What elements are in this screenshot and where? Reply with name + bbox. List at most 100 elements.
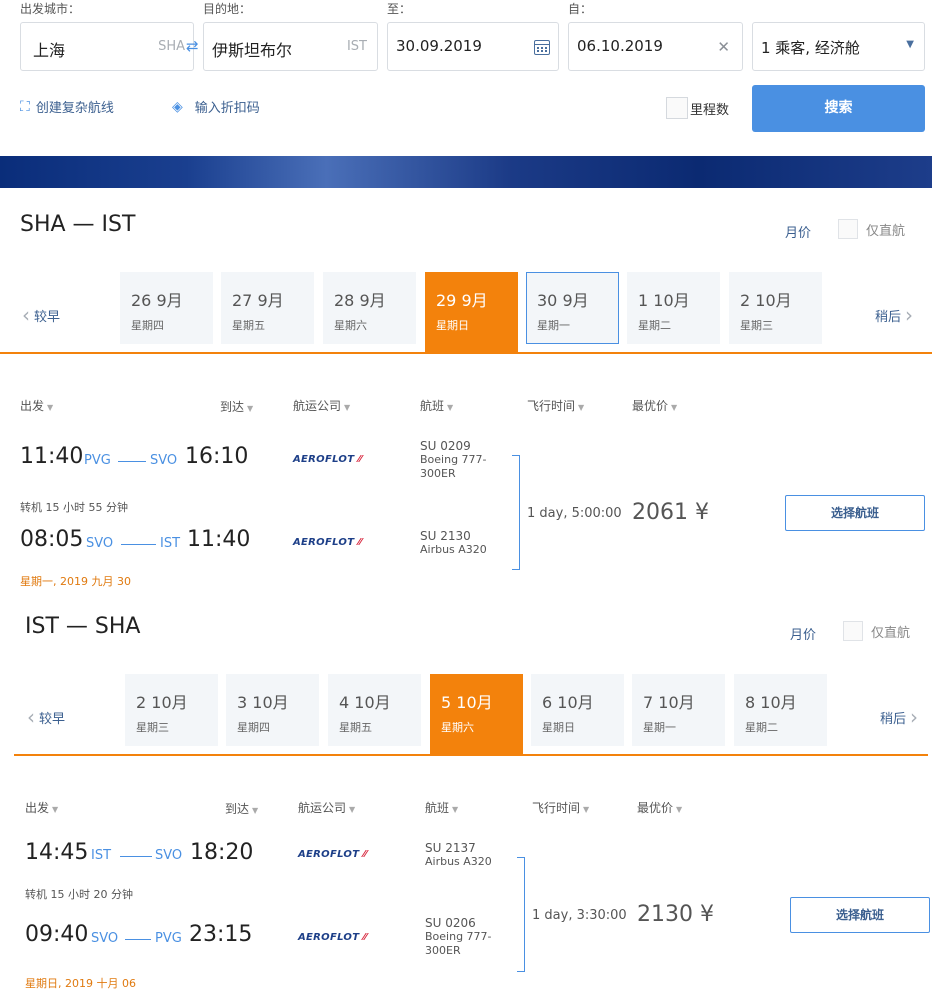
flight-duration: 1 day, 5:00:00: [527, 506, 622, 521]
date-tab-weekday: 星期一: [537, 319, 570, 332]
sort-duration[interactable]: 飞行时间 ▼: [527, 397, 584, 414]
departure-airport: PVG: [84, 453, 111, 468]
sort-flight[interactable]: 航班 ▼: [420, 397, 453, 414]
date-tab-weekday: 星期六: [334, 319, 367, 332]
date-tab-date: 7 10月: [643, 693, 695, 712]
aircraft-type: Airbus A320: [420, 543, 487, 556]
date-tab-weekday: 星期五: [339, 721, 372, 734]
date-tab-selected[interactable]: 30 9月 星期一: [526, 272, 619, 344]
miles-checkbox[interactable]: [666, 97, 688, 119]
date-tab-date: 3 10月: [237, 693, 289, 712]
destination-code: IST: [346, 39, 367, 54]
flight-number: SU 2137: [425, 841, 476, 855]
date-tab-date: 2 10月: [740, 291, 792, 310]
route-title: IST — SHA: [25, 614, 141, 639]
earlier-button[interactable]: ‹ 较早: [22, 305, 60, 325]
chevron-left-icon: ‹: [27, 705, 35, 729]
tag-icon: ◈: [172, 98, 183, 115]
date-tab-date: 29 9月: [436, 291, 488, 310]
banner-image: [0, 156, 932, 188]
direct-only-label: 仅直航: [866, 224, 906, 239]
month-price-link[interactable]: 月价: [785, 222, 811, 241]
arrival-time: 11:40: [187, 527, 251, 552]
sort-duration[interactable]: 飞行时间 ▼: [532, 799, 589, 816]
aeroflot-logo: AEROFLOT ⁄⁄: [293, 537, 363, 548]
passengers-select[interactable]: 1 乘客, 经济舱 ▼: [752, 22, 925, 71]
direct-only-checkbox[interactable]: [838, 219, 858, 239]
swap-icon[interactable]: ⇄: [186, 37, 199, 55]
date-tab[interactable]: 7 10月 星期一: [632, 674, 725, 746]
date-tab-weekday: 星期二: [638, 319, 671, 332]
route-line: [120, 856, 152, 857]
date-tab[interactable]: 6 10月 星期日: [531, 674, 624, 746]
date-tab[interactable]: 2 10月 星期三: [125, 674, 218, 746]
flight-number: SU 0206: [425, 916, 476, 930]
date-tab-weekday: 星期日: [436, 319, 469, 332]
route-icon: ⛶: [20, 98, 30, 115]
select-flight-button[interactable]: 选择航班: [785, 495, 925, 531]
sort-airline[interactable]: 航运公司 ▼: [298, 799, 355, 816]
sort-arrive[interactable]: 到达 ▼: [220, 398, 253, 415]
miles-toggle[interactable]: 里程数: [666, 97, 729, 119]
date-tab[interactable]: 1 10月 星期二: [627, 272, 720, 344]
promo-code-label: 输入折扣码: [194, 101, 260, 116]
departure-time: 14:45: [25, 840, 89, 865]
date-tab[interactable]: 27 9月 星期五: [221, 272, 314, 344]
date-tab-date: 28 9月: [334, 291, 386, 310]
close-icon[interactable]: ✕: [717, 38, 730, 56]
date-tab-weekday: 星期四: [131, 319, 164, 332]
later-button[interactable]: 稍后 ›: [880, 707, 918, 727]
date-tab-weekday: 星期三: [136, 721, 169, 734]
flight-duration: 1 day, 3:30:00: [532, 908, 627, 923]
destination-value: 伊斯坦布尔: [212, 41, 293, 60]
date-tab[interactable]: 28 9月 星期六: [323, 272, 416, 344]
sort-depart[interactable]: 出发 ▼: [25, 799, 58, 816]
date-tab-date: 26 9月: [131, 291, 183, 310]
depart-date-field[interactable]: 30.09.2019: [387, 22, 559, 71]
route-line: [121, 544, 156, 545]
promo-code-link[interactable]: ◈ 输入折扣码: [172, 97, 260, 117]
origin-field[interactable]: 上海 SHA: [20, 22, 194, 71]
itinerary-bracket: [517, 857, 525, 972]
flight-date-note: 星期一, 2019 九月 30: [20, 575, 131, 588]
passengers-value: 1 乘客, 经济舱: [761, 39, 860, 57]
aircraft-type: Airbus A320: [425, 855, 492, 868]
route-line: [118, 461, 146, 462]
sort-price[interactable]: 最优价 ▼: [637, 799, 682, 816]
departure-airport: SVO: [86, 536, 114, 551]
sort-price[interactable]: 最优价 ▼: [632, 397, 677, 414]
date-tab-active[interactable]: 29 9月 星期日: [425, 272, 518, 354]
direct-only-checkbox[interactable]: [843, 621, 863, 641]
flight-number: SU 0209: [420, 439, 471, 453]
month-price-link[interactable]: 月价: [790, 624, 816, 643]
date-tab-date: 30 9月: [537, 291, 589, 310]
earlier-button[interactable]: ‹ 较早: [27, 707, 65, 727]
sort-arrive[interactable]: 到达 ▼: [225, 800, 258, 817]
complex-route-link[interactable]: ⛶ 创建复杂航线: [20, 97, 114, 117]
best-price: 2130 ¥: [637, 902, 714, 927]
calendar-icon[interactable]: [534, 40, 550, 55]
date-tab-weekday: 星期三: [740, 319, 773, 332]
aircraft-type: Boeing 777-300ER: [420, 453, 487, 480]
sort-flight[interactable]: 航班 ▼: [425, 799, 458, 816]
date-tab[interactable]: 26 9月 星期四: [120, 272, 213, 344]
arrival-time: 18:20: [190, 840, 254, 865]
date-tab[interactable]: 4 10月 星期五: [328, 674, 421, 746]
date-tab-active[interactable]: 5 10月 星期六: [430, 674, 523, 756]
date-tab[interactable]: 2 10月 星期三: [729, 272, 822, 344]
date-tab-weekday: 星期一: [643, 721, 676, 734]
date-tab[interactable]: 3 10月 星期四: [226, 674, 319, 746]
date-tab[interactable]: 8 10月 星期二: [734, 674, 827, 746]
sort-depart[interactable]: 出发 ▼: [20, 397, 53, 414]
flight-date-note: 星期日, 2019 十月 06: [25, 977, 136, 990]
select-flight-button[interactable]: 选择航班: [790, 897, 930, 933]
destination-field[interactable]: 伊斯坦布尔 IST: [203, 22, 378, 71]
date-tab-date: 2 10月: [136, 693, 188, 712]
departure-time: 08:05: [20, 527, 84, 552]
return-date-field[interactable]: 06.10.2019 ✕: [568, 22, 743, 71]
sort-airline[interactable]: 航运公司 ▼: [293, 397, 350, 414]
arrival-airport: SVO: [155, 848, 183, 863]
date-tab-date: 8 10月: [745, 693, 797, 712]
search-button[interactable]: 搜索: [752, 85, 925, 132]
later-button[interactable]: 稍后 ›: [875, 305, 913, 325]
